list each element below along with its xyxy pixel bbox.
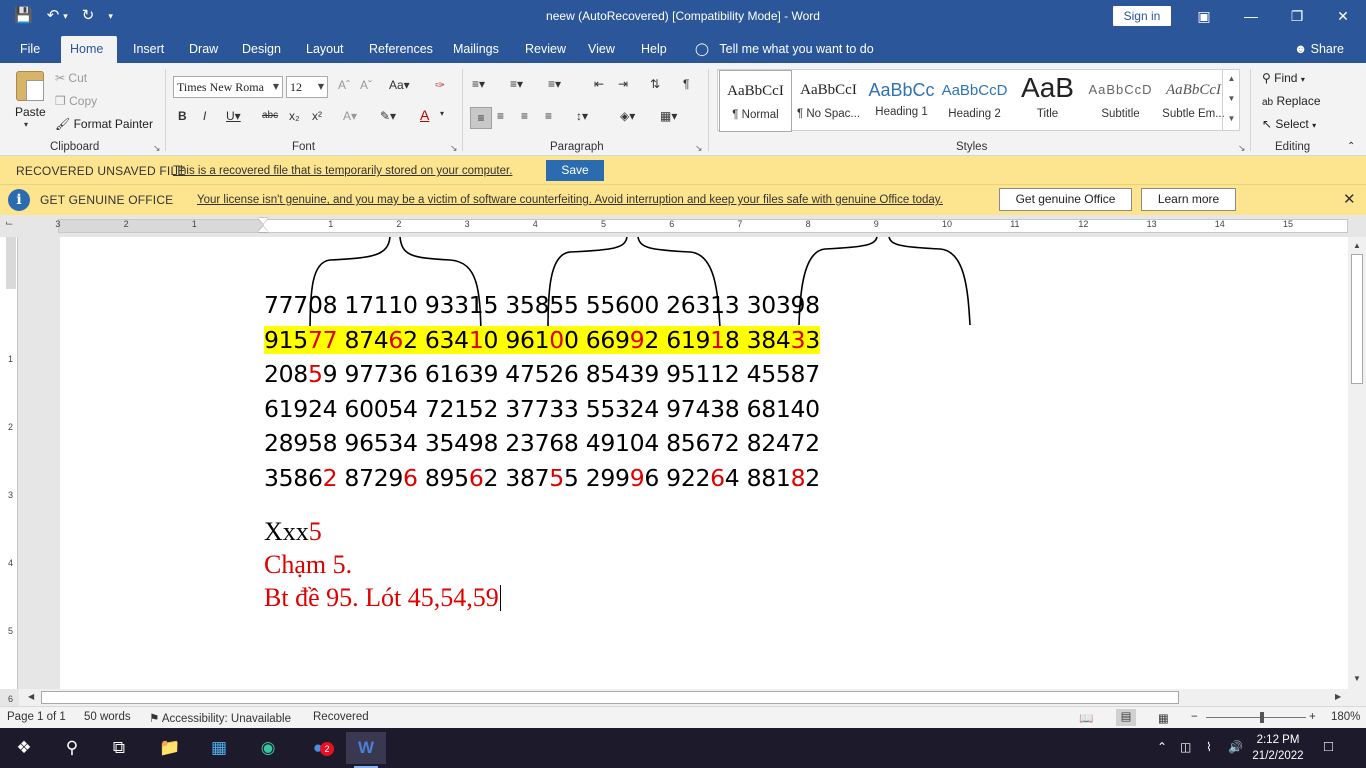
digits: 915 (264, 326, 308, 354)
text-caret (499, 585, 501, 611)
clock-date: 21/2/2022 (1252, 750, 1304, 762)
red-digit: 2 (322, 464, 338, 492)
digits: 3 (805, 326, 820, 354)
scroll-down-icon[interactable]: ▼ (1353, 674, 1361, 683)
number-row[interactable]: 20859 97736 61639 47526 85439 95112 4558… (264, 359, 820, 389)
clock-time: 2:12 PM (1256, 734, 1300, 746)
zalo-icon[interactable]: ● 2 (298, 732, 338, 764)
zoom-level[interactable]: 180% (1331, 711, 1360, 723)
scroll-right-icon[interactable]: ▶ (1335, 692, 1341, 701)
number-row-text: 61924 60054 72152 37733 55324 97438 6814… (264, 395, 820, 423)
word-app-icon[interactable]: W (346, 732, 386, 768)
digits: 8 384 (724, 326, 791, 354)
recovered-status: Recovered (313, 711, 369, 723)
text-line-cham[interactable]: Chạm 5. (264, 549, 352, 581)
number-row[interactable]: 91577 87462 63410 96100 66992 61918 3843… (264, 325, 820, 355)
number-row-text: 91577 87462 63410 96100 66992 61918 3843… (264, 326, 820, 354)
status-bar: Page 1 of 1 50 words ⚑ Accessibility: Un… (0, 706, 1366, 728)
text-segment: Bt đề 95. Lót 45,54,59 (264, 583, 499, 612)
digits: 6 922 (644, 464, 711, 492)
number-row-text: 35862 87296 89562 38755 29996 92264 8818… (264, 464, 820, 492)
red-digit: 1 (468, 326, 484, 354)
red-digit: 8 (790, 464, 806, 492)
digits: 3586 (264, 464, 323, 492)
red-digit: 6 (468, 464, 484, 492)
page-count[interactable]: Page 1 of 1 (7, 711, 66, 723)
show-hidden-icons[interactable]: ⌃ (1157, 740, 1167, 768)
scroll-up-icon[interactable]: ▲ (1353, 241, 1361, 250)
notification-badge: 2 (320, 742, 334, 756)
horizontal-scroll-thumb[interactable] (41, 691, 1179, 704)
red-digit: 5 (549, 464, 564, 492)
digits: 0 669 (563, 326, 630, 354)
zoom-slider[interactable] (1206, 717, 1306, 718)
red-digit: 77 (307, 326, 338, 354)
wifi-icon[interactable]: ⌇ (1206, 740, 1212, 768)
digits: 0 961 (483, 326, 550, 354)
red-digit: 3 (790, 326, 806, 354)
red-digit: 0 (549, 326, 564, 354)
accessibility-icon: ⚑ (149, 713, 160, 725)
volume-icon[interactable]: 🔊 (1228, 740, 1243, 768)
task-view-icon[interactable]: ⧉ (99, 732, 139, 764)
red-digit: 9 (629, 326, 645, 354)
digits: 874 (337, 326, 389, 354)
digits: 895 (417, 464, 469, 492)
digits: 9 97736 61639 47526 85439 95112 45587 (322, 360, 821, 388)
digits: 77708 17110 93315 35855 55600 26313 3039… (264, 291, 820, 319)
red-digit: 6 (710, 464, 725, 492)
scroll-left-icon[interactable]: ◀ (28, 692, 34, 701)
accessibility-status[interactable]: ⚑ Accessibility: Unavailable (149, 711, 291, 725)
brace-stroke (888, 236, 971, 326)
number-row[interactable]: 77708 17110 93315 35855 55600 26313 3039… (264, 290, 820, 320)
file-explorer-icon[interactable]: 📁 (150, 732, 190, 764)
battery-icon[interactable]: ◫ (1180, 740, 1191, 768)
number-row-text: 28958 96534 35498 23768 49104 85672 8247… (264, 429, 820, 457)
digits: 2 619 (644, 326, 711, 354)
system-clock[interactable]: 2:12 PM 21/2/2022 (1248, 732, 1308, 764)
vertical-scrollbar[interactable]: ▲ ▼ (1348, 237, 1366, 689)
red-digit: 6 (388, 326, 404, 354)
digits: 28958 96534 35498 23768 49104 85672 8247… (264, 429, 820, 457)
number-row[interactable]: 35862 87296 89562 38755 29996 92264 8818… (264, 463, 820, 493)
scroll-corner (1348, 689, 1366, 706)
number-row[interactable]: 61924 60054 72152 37733 55324 97438 6814… (264, 394, 820, 424)
web-layout-icon[interactable]: ▦ (1158, 711, 1169, 725)
digits: 61924 60054 72152 37733 55324 97438 6814… (264, 395, 820, 423)
search-icon[interactable]: ⚲ (52, 732, 92, 764)
red-digit: 5 (307, 360, 323, 388)
digits: 208 (264, 360, 308, 388)
text-segment: Xxx (264, 517, 309, 546)
text-segment-red: 5 (308, 517, 322, 546)
number-row-text: 77708 17110 93315 35855 55600 26313 3039… (264, 291, 820, 319)
digits: 2 634 (403, 326, 469, 354)
digits: 5 299 (563, 464, 630, 492)
red-digit: 1 (710, 326, 725, 354)
zoom-in-icon[interactable]: + (1309, 711, 1316, 723)
vertical-scroll-thumb[interactable] (1351, 254, 1363, 384)
number-row[interactable]: 28958 96534 35498 23768 49104 85672 8247… (264, 428, 820, 458)
digits: 2 (805, 464, 820, 492)
notification-center-icon[interactable]: □ (1324, 738, 1333, 768)
digits: 8729 (337, 464, 404, 492)
number-row-text: 20859 97736 61639 47526 85439 95112 4558… (264, 360, 820, 388)
print-layout-icon[interactable]: ▤ (1116, 709, 1136, 726)
accessibility-label: Accessibility: Unavailable (161, 713, 291, 725)
microsoft-store-icon[interactable]: ▦ (199, 732, 239, 764)
text-line-xxx[interactable]: Xxx5 (264, 516, 322, 548)
digits: 4 881 (724, 464, 791, 492)
red-digit: 9 (629, 464, 645, 492)
word-count[interactable]: 50 words (84, 711, 131, 723)
horizontal-scrollbar[interactable]: ◀ ▶ (19, 689, 1348, 706)
red-digit: 6 (403, 464, 418, 492)
digits: 2 387 (483, 464, 550, 492)
windows-taskbar: ❖ ⚲ ⧉ 📁 ▦ ◉ ● 2 W ⌃ ◫ ⌇ 🔊 2:12 PM 21/2/20… (0, 728, 1366, 768)
read-mode-icon[interactable]: 📖 (1079, 711, 1093, 725)
text-line-bt[interactable]: Bt đề 95. Lót 45,54,59 (264, 582, 501, 614)
zoom-slider-thumb[interactable] (1260, 712, 1264, 723)
windows-start-icon[interactable]: ❖ (4, 732, 44, 764)
zoom-out-icon[interactable]: − (1191, 711, 1198, 723)
edge-browser-icon[interactable]: ◉ (248, 732, 288, 764)
